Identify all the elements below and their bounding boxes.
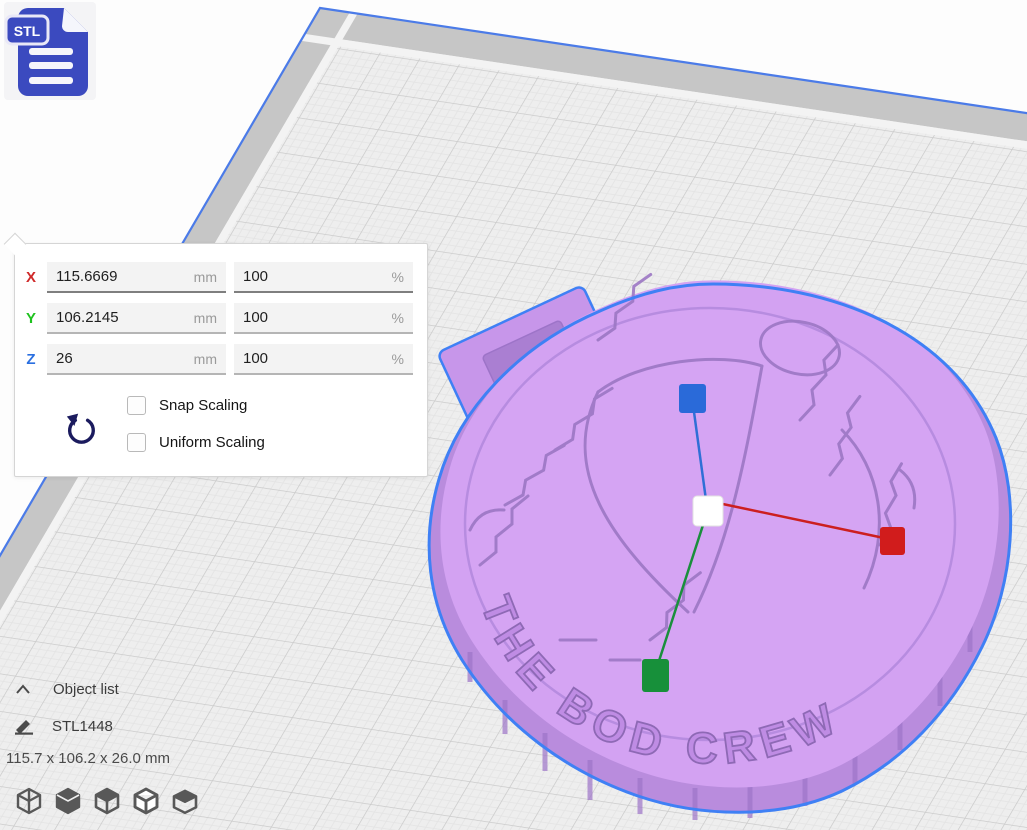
cube-top-slab-icon xyxy=(170,786,200,816)
object-list-item[interactable]: STL1448 xyxy=(0,713,320,739)
cube-3d-icon xyxy=(14,786,44,816)
snap-scaling-label: Snap Scaling xyxy=(159,397,247,414)
scale-handle-y[interactable] xyxy=(642,659,669,692)
object-list-label: Object list xyxy=(53,681,119,698)
scale-x-percent-field: % xyxy=(234,262,413,293)
stl-file-icon: STL xyxy=(4,2,96,100)
cube-top-dark-icon xyxy=(92,786,122,816)
reset-rotate-icon xyxy=(64,406,98,444)
app-window: THE BOD CREW xyxy=(0,0,1027,830)
axis-label-y: Y xyxy=(15,310,47,327)
scale-z-percent-field: % xyxy=(234,344,413,375)
stl-badge: STL xyxy=(6,16,48,44)
scale-z-percent-input[interactable] xyxy=(243,350,386,367)
view-top-button[interactable] xyxy=(92,786,122,818)
object-list-panel: Object list STL1448 xyxy=(0,676,320,739)
scale-y-percent-unit: % xyxy=(392,310,404,326)
view-preset-toolbar xyxy=(14,786,200,818)
scale-handle-center[interactable] xyxy=(693,496,723,526)
view-3d-button[interactable] xyxy=(14,786,44,818)
reset-scale-button[interactable] xyxy=(61,404,101,448)
axis-label-x: X xyxy=(15,269,47,286)
view-right-button[interactable] xyxy=(170,786,200,818)
uniform-scaling-label: Uniform Scaling xyxy=(159,434,265,451)
model-dimensions-readout: 115.7 x 106.2 x 26.0 mm xyxy=(6,750,170,767)
scale-x-percent-unit: % xyxy=(392,269,404,285)
uniform-scaling-checkbox[interactable] xyxy=(127,433,146,452)
scale-handle-x[interactable] xyxy=(880,527,905,555)
scale-y-mm-field: mm xyxy=(47,303,226,334)
scale-tool-panel: X mm % Y mm % Z mm xyxy=(14,243,428,477)
scale-y-mm-unit: mm xyxy=(194,310,217,326)
cube-outline-icon xyxy=(131,786,161,816)
model-stl1448[interactable]: THE BOD CREW xyxy=(429,271,1011,820)
scale-x-mm-input[interactable] xyxy=(56,268,188,285)
scale-z-mm-input[interactable] xyxy=(56,350,188,367)
scale-x-percent-input[interactable] xyxy=(243,268,386,285)
scale-x-mm-field: mm xyxy=(47,262,226,293)
snap-scaling-checkbox[interactable] xyxy=(127,396,146,415)
scale-y-percent-field: % xyxy=(234,303,413,334)
pencil-edit-icon xyxy=(13,717,35,735)
scale-y-mm-input[interactable] xyxy=(56,309,188,326)
view-left-button[interactable] xyxy=(131,786,161,818)
chevron-up-icon xyxy=(15,683,31,695)
stl-badge-label: STL xyxy=(14,23,41,39)
scale-z-mm-field: mm xyxy=(47,344,226,375)
scale-z-mm-unit: mm xyxy=(194,351,217,367)
object-item-name: STL1448 xyxy=(52,718,113,735)
object-list-toggle[interactable]: Object list xyxy=(0,676,320,702)
scale-handle-z[interactable] xyxy=(679,384,706,413)
cube-solid-icon xyxy=(53,786,83,816)
scale-x-mm-unit: mm xyxy=(194,269,217,285)
view-front-button[interactable] xyxy=(53,786,83,818)
scale-z-percent-unit: % xyxy=(392,351,404,367)
axis-label-z: Z xyxy=(15,351,47,368)
scale-y-percent-input[interactable] xyxy=(243,309,386,326)
